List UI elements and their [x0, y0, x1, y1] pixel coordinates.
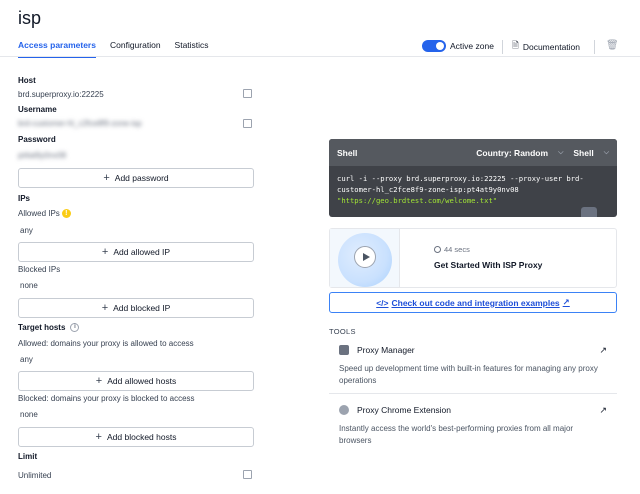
username-value: brd-customer-hl_c2fce8f9-zone-isp [18, 119, 142, 128]
code-line-2: customer-hl_c2fce8f9-zone-isp:pt4at9y0nv… [337, 185, 519, 194]
integration-examples-link[interactable]: </> Check out code and integration examp… [329, 292, 617, 313]
copy-host-icon[interactable] [243, 89, 252, 98]
add-blocked-ip-button[interactable]: + Add blocked IP [18, 298, 254, 318]
blocked-ips-label: Blocked IPs [18, 265, 61, 274]
allowed-ips-value: any [20, 226, 33, 235]
limit-label: Limit [18, 452, 38, 461]
blocked-ips-value: none [20, 281, 38, 290]
add-blocked-hosts-button[interactable]: + Add blocked hosts [18, 427, 254, 447]
header-divider [502, 40, 503, 54]
plus-icon: + [101, 245, 109, 258]
chevron-down-icon: ⌵ [603, 148, 609, 156]
external-link-icon: ↗ [562, 297, 570, 307]
play-icon[interactable] [354, 246, 376, 268]
allowed-hosts-value: any [20, 355, 33, 364]
active-zone-control: Active zone [422, 40, 494, 52]
password-value: pt4at9y0nv08 [18, 151, 67, 160]
target-hosts-label: Target hosts i [18, 323, 80, 333]
allowed-ips-text: Allowed IPs [18, 209, 60, 218]
header-divider-2 [594, 40, 595, 54]
plus-icon: + [95, 374, 103, 387]
documentation-link[interactable]: 🗎 Documentation [512, 40, 580, 54]
limit-value: Unlimited [18, 471, 52, 480]
add-allowed-hosts-label: Add allowed hosts [107, 376, 177, 386]
allowed-hosts-desc: Allowed: domains your proxy is allowed t… [18, 339, 194, 348]
password-label: Password [18, 135, 56, 144]
ips-section-label: IPs [18, 194, 31, 203]
copy-username-icon[interactable] [243, 119, 252, 128]
tool-description: Speed up development time with built-in … [339, 364, 598, 385]
warning-icon: ! [61, 209, 71, 219]
add-allowed-ip-button[interactable]: + Add allowed IP [18, 242, 254, 262]
chevron-down-icon: ⌵ [558, 148, 564, 156]
add-allowed-hosts-button[interactable]: + Add allowed hosts [18, 371, 254, 391]
host-value: brd.superproxy.io:22225 [18, 90, 104, 99]
edit-icon[interactable] [243, 470, 252, 479]
blocked-hosts-value: none [20, 410, 38, 419]
arrow-up-right-icon[interactable]: ↗ [599, 345, 607, 356]
country-dropdown-value: Country: Random [476, 147, 549, 158]
plus-icon: + [101, 301, 109, 314]
documentation-label: Documentation [522, 42, 581, 52]
tool-proxy-manager[interactable]: Proxy Manager ↗ Speed up development tim… [329, 345, 617, 387]
active-zone-toggle[interactable] [422, 40, 446, 52]
proxy-manager-icon [339, 345, 349, 355]
video-duration-text: 44 secs [444, 245, 470, 254]
active-zone-label: Active zone [450, 41, 494, 51]
code-panel: Shell Country: Random ⌵ Shell ⌵ curl -i … [329, 139, 617, 217]
file-icon: 🗎 [512, 40, 519, 50]
code-panel-header: Shell Country: Random ⌵ Shell ⌵ [329, 139, 617, 166]
video-title: Get Started With ISP Proxy [434, 260, 543, 270]
copy-code-icon[interactable] [581, 207, 597, 217]
plus-icon: + [95, 430, 102, 443]
tool-proxy-chrome-extension[interactable]: Proxy Chrome Extension ↗ Instantly acces… [329, 405, 617, 447]
video-thumbnail [330, 229, 400, 287]
code-line-1: curl -i --proxy brd.superproxy.io:22225 … [337, 174, 584, 183]
video-card[interactable]: 44 secs Get Started With ISP Proxy [329, 228, 617, 288]
tool-name: Proxy Chrome Extension [357, 405, 452, 415]
info-icon[interactable]: i [70, 323, 80, 333]
tools-section-label: TOOLS [329, 327, 356, 336]
username-label: Username [18, 105, 57, 114]
add-password-label: Add password [114, 173, 169, 183]
integration-examples-label: Check out code and integration examples [391, 297, 560, 308]
country-dropdown[interactable]: Country: Random ⌵ [476, 148, 563, 158]
video-duration: 44 secs [434, 245, 542, 254]
page-title: isp [18, 8, 42, 28]
code-line-3: "https://geo.brdtest.com/welcome.txt" [337, 196, 498, 205]
add-blocked-hosts-label: Add blocked hosts [106, 432, 177, 442]
trash-icon[interactable]: 🗑 [606, 40, 619, 51]
language-dropdown-value: Shell [573, 147, 594, 158]
add-allowed-ip-label: Add allowed IP [113, 247, 171, 257]
add-password-button[interactable]: + Add password [18, 168, 254, 188]
tool-name: Proxy Manager [357, 345, 415, 355]
chrome-icon [339, 405, 349, 415]
allowed-ips-label: Allowed IPs! [18, 209, 71, 219]
code-icon: </> [376, 297, 389, 308]
language-dropdown[interactable]: Shell ⌵ [573, 148, 609, 158]
target-hosts-text: Target hosts [18, 323, 66, 332]
tool-divider [329, 393, 617, 394]
arrow-up-right-icon[interactable]: ↗ [599, 405, 607, 416]
blocked-hosts-desc: Blocked: domains your proxy is blocked t… [18, 394, 195, 403]
code-tab-shell[interactable]: Shell [337, 148, 357, 158]
tab-divider [0, 56, 640, 57]
plus-icon: + [103, 171, 110, 184]
code-snippet[interactable]: curl -i --proxy brd.superproxy.io:22225 … [329, 166, 617, 213]
add-blocked-ip-label: Add blocked IP [113, 303, 171, 313]
tool-description: Instantly access the world's best-perfor… [339, 424, 574, 445]
host-label: Host [18, 76, 36, 85]
clock-icon [434, 246, 441, 253]
